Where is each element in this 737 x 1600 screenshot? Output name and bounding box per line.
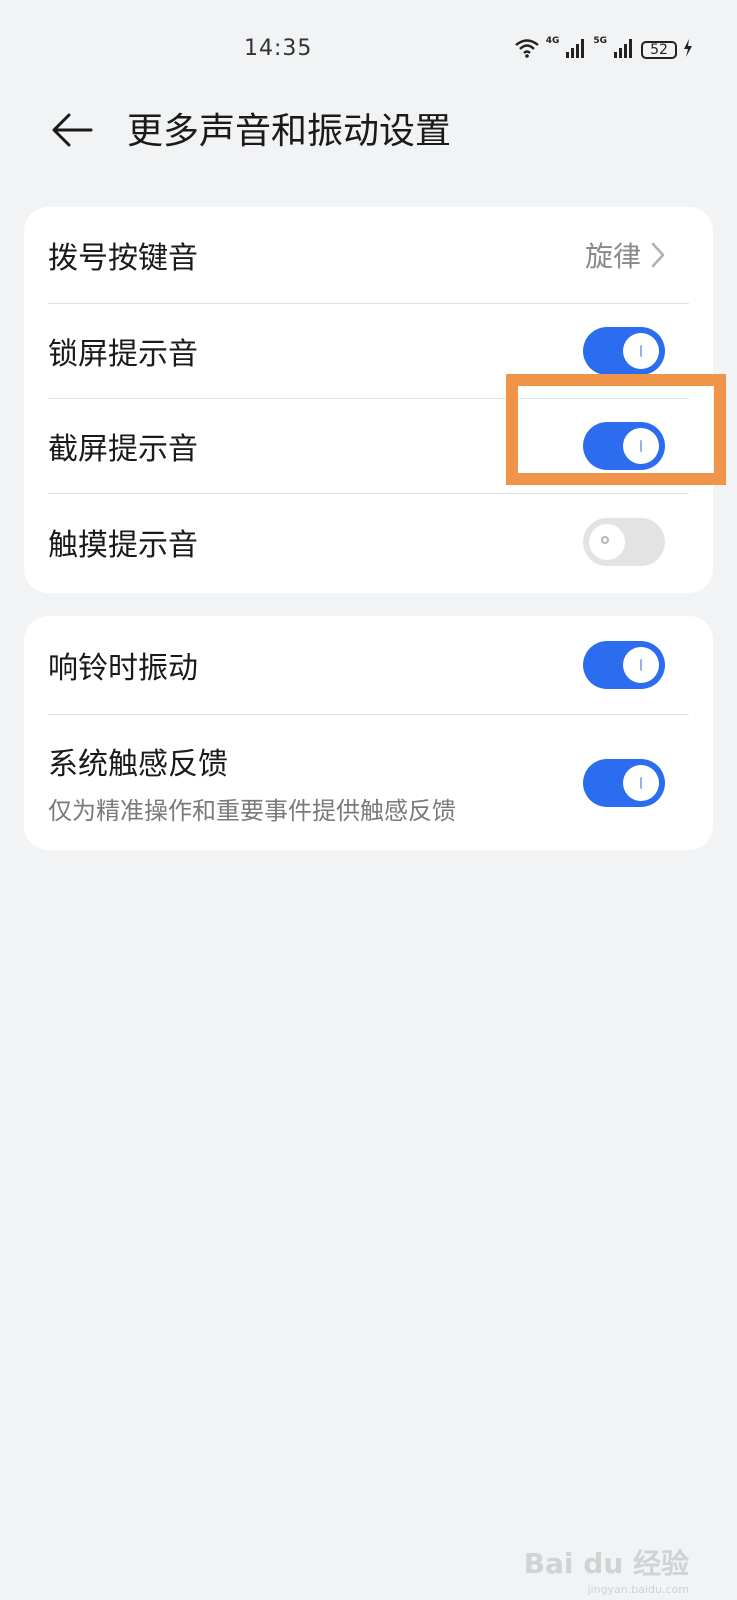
- charging-icon: [683, 39, 693, 61]
- list-item-dial-tone[interactable]: 拨号按键音 旋律: [48, 207, 689, 303]
- row-label: 锁屏提示音: [48, 337, 198, 372]
- page-title: 更多声音和振动设置: [127, 111, 452, 152]
- vibration-settings-card: 响铃时振动 系统触感反馈 仅为精准操作和重要事件提供触感反馈: [24, 616, 713, 850]
- status-icons: 4G 5G 52: [514, 36, 693, 62]
- list-item-vibrate-on-ring: 响铃时振动: [48, 616, 689, 714]
- app-bar: 更多声音和振动设置: [0, 96, 737, 168]
- highlight-annotation-box: [506, 374, 726, 485]
- row-label: 响铃时振动: [48, 651, 198, 686]
- row-sublabel: 仅为精准操作和重要事件提供触感反馈: [48, 797, 456, 825]
- watermark-logo: Bai du 经验: [523, 1547, 689, 1580]
- chevron-right-icon: [649, 241, 667, 269]
- network-type-label: 4G: [545, 36, 560, 46]
- list-item-system-haptics: 系统触感反馈 仅为精准操作和重要事件提供触感反馈: [48, 715, 689, 850]
- signal-icon: [613, 38, 635, 62]
- list-item-touch-tone: 触摸提示音: [48, 494, 689, 590]
- toggle-knob: [589, 524, 625, 560]
- row-label: 拨号按键音: [48, 241, 198, 276]
- back-arrow-icon: [51, 112, 93, 152]
- row-text-group: 系统触感反馈 仅为精准操作和重要事件提供触感反馈: [48, 739, 456, 826]
- row-label: 系统触感反馈: [48, 747, 228, 782]
- toggle-knob: [623, 764, 659, 801]
- toggle-switch[interactable]: [583, 641, 665, 689]
- toggle-knob: [623, 333, 659, 369]
- back-button[interactable]: [44, 104, 100, 160]
- row-label: 触摸提示音: [48, 528, 198, 563]
- toggle-switch[interactable]: [583, 518, 665, 566]
- row-value: 旋律: [584, 240, 641, 273]
- watermark-domain: jingyan.baidu.com: [587, 1583, 689, 1596]
- battery-icon: 52: [641, 41, 677, 59]
- toggle-switch[interactable]: [583, 758, 665, 807]
- status-time: 14:35: [244, 36, 313, 61]
- status-bar: 14:35 4G 5G 52: [0, 0, 737, 100]
- row-label: 截屏提示音: [48, 432, 198, 467]
- wifi-icon: [514, 38, 540, 62]
- toggle-switch[interactable]: [583, 327, 665, 375]
- network-type-label: 5G: [593, 36, 607, 46]
- toggle-knob: [623, 647, 659, 683]
- signal-icon: [565, 38, 587, 62]
